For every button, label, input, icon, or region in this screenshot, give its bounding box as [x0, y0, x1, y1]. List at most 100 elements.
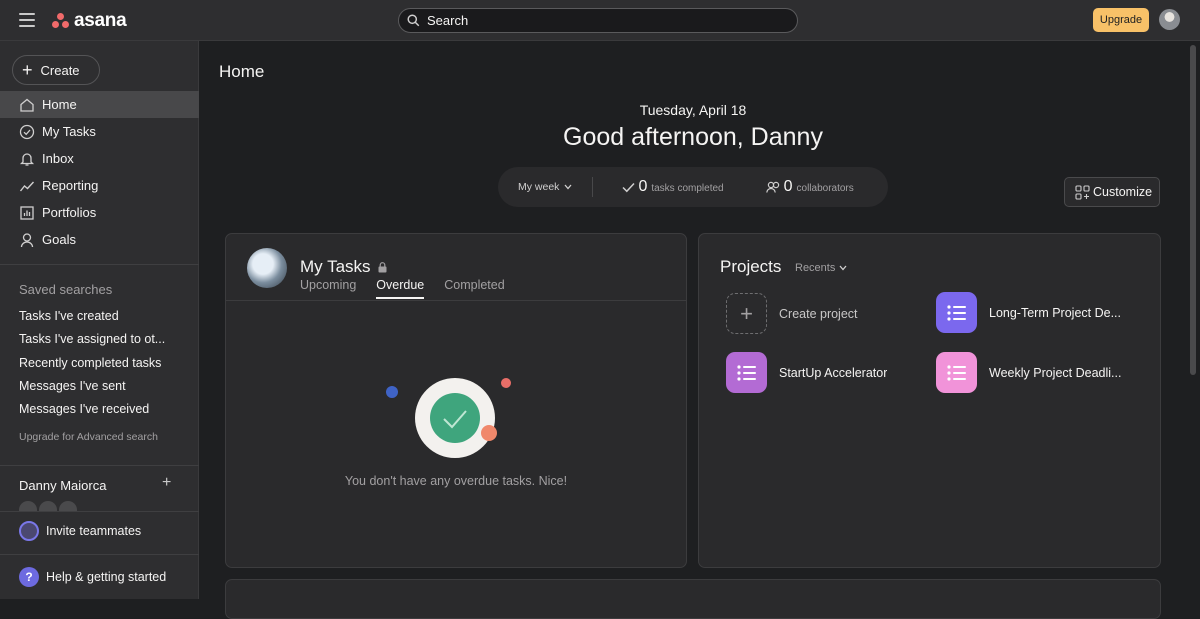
- lock-icon: [378, 261, 387, 272]
- stats-bar: My week 0 tasks completed 0 collaborator…: [498, 167, 888, 207]
- saved-searches-title[interactable]: Saved searches: [19, 282, 112, 297]
- project-label: Weekly Project Deadli...: [989, 365, 1122, 380]
- period-dropdown[interactable]: My week: [518, 181, 572, 193]
- projects-filter-label: Recents: [795, 262, 836, 274]
- customize-label: Customize: [1093, 185, 1153, 199]
- collaborators-count: 0: [783, 178, 793, 195]
- user-avatar[interactable]: [247, 248, 287, 288]
- trend-line-icon: [19, 181, 35, 191]
- upgrade-advanced-search-link[interactable]: Upgrade for Advanced search: [19, 431, 158, 443]
- sidebar-item-goals[interactable]: Goals: [0, 226, 199, 253]
- tab-completed[interactable]: Completed: [444, 278, 504, 299]
- asana-logo[interactable]: asana: [52, 10, 127, 32]
- sidebar-item-label: Reporting: [42, 178, 99, 193]
- plus-icon: +: [726, 293, 767, 334]
- sidebar-item-portfolios[interactable]: Portfolios: [0, 199, 199, 226]
- sidebar-item-reporting[interactable]: Reporting: [0, 172, 199, 199]
- help-label: Help & getting started: [46, 570, 167, 584]
- sidebar-nav: Home My Tasks Inbox Reporting Portfolios…: [0, 91, 199, 253]
- create-project-button[interactable]: + Create project: [726, 293, 931, 334]
- invite-icon: [19, 521, 39, 541]
- bar-chart-icon: [20, 205, 34, 220]
- widget-card: [225, 579, 1161, 619]
- grid-plus-icon: [1075, 184, 1090, 200]
- divider: [226, 300, 686, 301]
- projects-card: Projects Recents + Create project Long-T…: [698, 233, 1161, 568]
- my-tasks-card: My Tasks Upcoming Overdue Completed You …: [225, 233, 687, 568]
- my-tasks-title[interactable]: My Tasks: [300, 257, 387, 277]
- tab-overdue[interactable]: Overdue: [376, 278, 425, 299]
- top-bar: asana Upgrade: [0, 0, 1200, 41]
- tasks-completed-count: 0: [638, 178, 648, 195]
- sidebar-item-label: Inbox: [42, 151, 74, 166]
- project-label: Create project: [779, 306, 858, 321]
- user-avatar[interactable]: [1159, 9, 1180, 30]
- scrollbar[interactable]: [1190, 45, 1196, 375]
- home-icon: [20, 98, 34, 112]
- main-content: Home Tuesday, April 18 Good afternoon, D…: [200, 41, 1188, 619]
- sidebar: + Create Home My Tasks Inbox Reporting P…: [0, 41, 199, 599]
- chevron-down-icon: [839, 265, 847, 271]
- divider: [0, 465, 199, 466]
- create-label: Create: [40, 62, 80, 78]
- celebration-checkmark-illustration: [386, 378, 511, 458]
- tab-upcoming[interactable]: Upcoming: [300, 278, 356, 299]
- divider: [0, 264, 199, 265]
- people-icon: [765, 181, 779, 193]
- collaborators-stat: 0 collaborators: [765, 178, 854, 196]
- project-item[interactable]: Weekly Project Deadli...: [936, 352, 1136, 393]
- help-question-icon: ?: [19, 567, 39, 587]
- hamburger-menu-icon[interactable]: [19, 13, 35, 27]
- sidebar-item-label: Goals: [42, 232, 76, 247]
- divider: [592, 177, 594, 197]
- project-list-icon: [936, 352, 977, 393]
- invite-label: Invite teammates: [46, 524, 142, 538]
- customize-button[interactable]: Customize: [1064, 177, 1160, 207]
- projects-title[interactable]: Projects: [720, 257, 781, 277]
- divider: [0, 511, 199, 512]
- sidebar-item-label: My Tasks: [42, 124, 96, 139]
- saved-search-item[interactable]: Tasks I've assigned to ot...: [19, 332, 189, 355]
- chevron-down-icon: [564, 184, 572, 190]
- sidebar-item-label: Home: [42, 97, 77, 112]
- my-tasks-tabs: Upcoming Overdue Completed: [300, 278, 525, 299]
- add-team-member-icon[interactable]: +: [162, 474, 171, 492]
- project-label: StartUp Accelerator: [779, 365, 888, 380]
- my-tasks-title-text: My Tasks: [300, 257, 371, 276]
- saved-search-item[interactable]: Messages I've received: [19, 402, 189, 425]
- invite-teammates-button[interactable]: Invite teammates: [19, 521, 141, 541]
- check-circle-icon: [19, 124, 35, 139]
- logo-text: asana: [74, 10, 127, 31]
- project-item[interactable]: StartUp Accelerator: [726, 352, 931, 393]
- sidebar-item-inbox[interactable]: Inbox: [0, 145, 199, 172]
- checkmark-icon: [622, 182, 635, 192]
- search-bar[interactable]: [398, 8, 798, 33]
- help-button[interactable]: ? Help & getting started: [19, 567, 166, 587]
- project-label: Long-Term Project De...: [989, 305, 1121, 320]
- project-item[interactable]: Long-Term Project De...: [936, 292, 1136, 333]
- empty-state-message: You don't have any overdue tasks. Nice!: [344, 474, 568, 488]
- sidebar-item-home[interactable]: Home: [0, 91, 199, 118]
- upgrade-button[interactable]: Upgrade: [1093, 8, 1149, 32]
- greeting: Good afternoon, Danny: [563, 123, 823, 151]
- saved-searches-list: Tasks I've created Tasks I've assigned t…: [19, 309, 189, 425]
- tasks-completed-stat: 0 tasks completed: [622, 178, 724, 196]
- asana-logo-icon: [52, 13, 70, 29]
- sidebar-item-my-tasks[interactable]: My Tasks: [0, 118, 199, 145]
- create-button[interactable]: + Create: [12, 55, 100, 85]
- page-title: Home: [219, 62, 265, 81]
- collaborators-label: collaborators: [796, 183, 854, 194]
- team-name[interactable]: Danny Maiorca: [19, 478, 106, 493]
- tasks-completed-label: tasks completed: [651, 183, 724, 194]
- sidebar-item-label: Portfolios: [42, 205, 97, 220]
- saved-search-item[interactable]: Tasks I've created: [19, 309, 189, 332]
- bell-icon: [19, 152, 35, 166]
- saved-search-item[interactable]: Recently completed tasks: [19, 356, 189, 379]
- search-icon: [407, 14, 420, 27]
- projects-filter-dropdown[interactable]: Recents: [795, 262, 847, 274]
- saved-search-item[interactable]: Messages I've sent: [19, 379, 189, 402]
- search-input[interactable]: [427, 13, 767, 28]
- period-label: My week: [518, 181, 560, 193]
- team-member-avatars: [19, 501, 139, 511]
- date-label: Tuesday, April 18: [639, 102, 747, 118]
